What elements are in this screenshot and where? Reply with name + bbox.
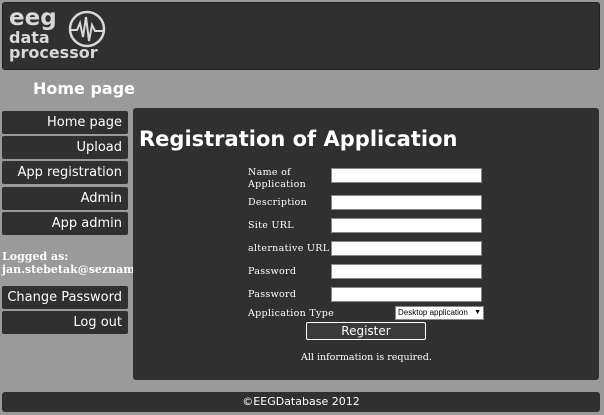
brain-wave-icon — [68, 10, 106, 48]
footer: ©EEGDatabase 2012 — [2, 392, 600, 412]
name-label: Name of Application — [248, 167, 306, 191]
description-input[interactable] — [331, 195, 482, 210]
logged-in-info: Logged as: jan.stebetak@seznam.cz — [2, 250, 152, 276]
form-title: Registration of Application — [139, 127, 458, 151]
alternative-url-label: alternative URL — [248, 243, 330, 254]
nav-home-page[interactable]: Home page — [2, 111, 128, 134]
header: eeg data processor — [2, 2, 600, 70]
application-type-label: Application Type — [248, 308, 335, 319]
chevron-down-icon: ▼ — [474, 309, 481, 316]
site-url-input[interactable] — [331, 218, 482, 233]
change-password-button[interactable]: Change Password — [2, 286, 128, 309]
alternative-url-input[interactable] — [331, 241, 482, 256]
register-button[interactable]: Register — [306, 322, 426, 340]
page-title: Home page — [33, 79, 136, 98]
user-email: jan.stebetak@seznam.cz — [2, 263, 152, 276]
name-label-line2: Application — [248, 179, 307, 190]
application-type-select[interactable]: Desktop application ▼ — [395, 306, 484, 320]
registration-panel: Registration of Application Name of Appl… — [133, 108, 599, 380]
description-label: Description — [248, 197, 308, 208]
password-label: Password — [248, 266, 297, 277]
nav-upload[interactable]: Upload — [2, 136, 128, 159]
nav-app-admin[interactable]: App admin — [2, 212, 128, 235]
password-input[interactable] — [331, 264, 482, 279]
log-out-button[interactable]: Log out — [2, 311, 128, 334]
password-confirm-label: Password — [248, 289, 297, 300]
application-type-value: Desktop application — [398, 308, 468, 317]
site-url-label: Site URL — [248, 220, 294, 231]
password-confirm-input[interactable] — [331, 287, 482, 302]
name-input[interactable] — [331, 168, 482, 183]
nav-admin[interactable]: Admin — [2, 187, 128, 210]
logged-as-label: Logged as: — [2, 250, 69, 263]
nav-app-registration[interactable]: App registration — [2, 161, 128, 184]
name-label-line1: Name of — [248, 167, 291, 178]
required-note: All information is required. — [301, 352, 432, 363]
